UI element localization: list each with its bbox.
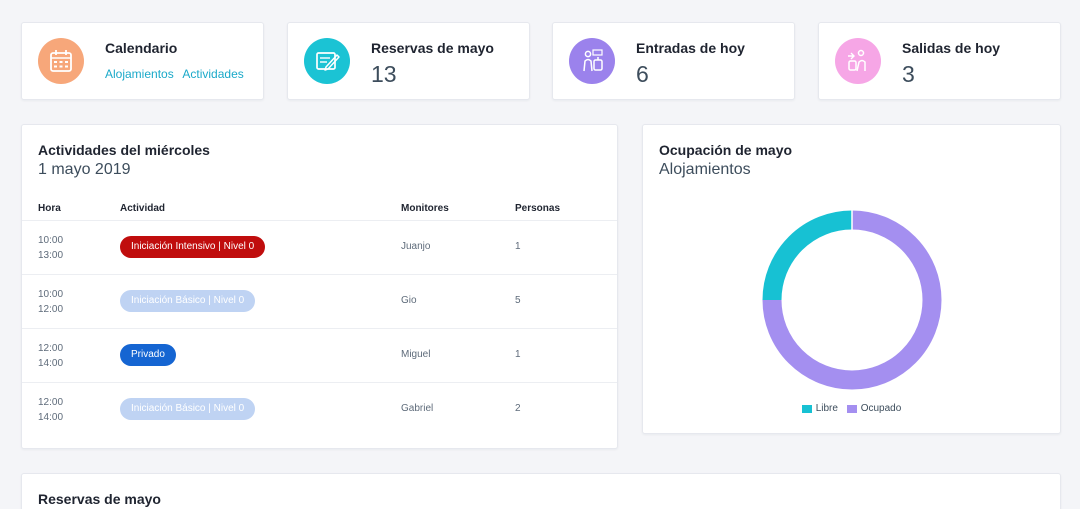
start-time: 10:00 [38, 289, 64, 300]
col-actividad: Actividad [120, 203, 166, 214]
stat-card-calendar: Calendario Alojamientos Actividades [21, 22, 264, 100]
stat-title: Salidas de hoy [902, 40, 1001, 56]
stat-value: 6 [636, 61, 649, 87]
stat-title: Entradas de hoy [636, 40, 745, 56]
calendar-icon [38, 38, 84, 84]
activity-pill[interactable]: Privado [120, 344, 176, 366]
people-count: 2 [515, 403, 521, 414]
col-monitores: Monitores [401, 203, 449, 214]
stat-card-bookings[interactable]: Reservas de mayo 13 [287, 22, 530, 100]
panel-title: Reservas de mayo [38, 491, 161, 507]
stat-value: 13 [371, 61, 397, 87]
end-time: 14:00 [38, 412, 64, 423]
link-actividades[interactable]: Actividades [182, 67, 243, 81]
check-out-icon [835, 38, 881, 84]
monitor-name: Gabriel [401, 403, 434, 414]
booking-icon [304, 38, 350, 84]
panel-title: Actividades del miércoles [38, 142, 210, 158]
activity-pill[interactable]: Iniciación Básico | Nivel 0 [120, 398, 256, 420]
activity-pill[interactable]: Iniciación Intensivo | Nivel 0 [120, 236, 266, 258]
donut-slice-libre[interactable] [762, 210, 853, 301]
occupancy-panel: Ocupación de mayo Alojamientos Libre Ocu… [642, 124, 1061, 434]
table-row[interactable]: 12:00 14:00 Iniciación Básico | Nivel 0 … [22, 382, 617, 436]
people-count: 5 [515, 295, 521, 306]
table-row[interactable]: 10:00 12:00 Iniciación Básico | Nivel 0 … [22, 274, 617, 328]
monitor-name: Juanjo [401, 241, 431, 252]
end-time: 12:00 [38, 304, 64, 315]
table-row[interactable]: 12:00 14:00 Privado Miguel 1 [22, 328, 617, 382]
occupancy-donut-chart [762, 210, 942, 390]
legend-item-ocupado[interactable]: Ocupado [846, 403, 902, 414]
time-range: 10:00 13:00 [38, 233, 63, 263]
table-header: Hora Actividad Monitores Personas [22, 201, 617, 221]
end-time: 14:00 [38, 358, 64, 369]
end-time: 13:00 [38, 250, 64, 261]
legend-item-libre[interactable]: Libre [801, 403, 838, 414]
stat-value: 3 [902, 61, 915, 87]
col-hora: Hora [38, 203, 61, 214]
stat-card-check-in[interactable]: Entradas de hoy 6 [552, 22, 795, 100]
legend-label: Libre [815, 403, 838, 414]
legend-swatch [846, 404, 857, 413]
check-in-icon [569, 38, 615, 84]
chart-legend: Libre Ocupado [643, 403, 1060, 416]
time-range: 12:00 14:00 [38, 395, 63, 425]
stat-card-check-out[interactable]: Salidas de hoy 3 [818, 22, 1061, 100]
panel-date: 1 mayo 2019 [38, 161, 131, 178]
people-count: 1 [515, 241, 521, 252]
people-count: 1 [515, 349, 521, 360]
stat-title: Reservas de mayo [371, 40, 494, 56]
start-time: 12:00 [38, 343, 64, 354]
monitor-name: Gio [401, 295, 417, 306]
time-range: 10:00 12:00 [38, 287, 63, 317]
calendar-links: Alojamientos Actividades [105, 67, 250, 81]
activities-panel: Actividades del miércoles 1 mayo 2019 Ho… [21, 124, 618, 449]
stat-title: Calendario [105, 40, 178, 56]
legend-swatch [801, 404, 812, 413]
monitor-name: Miguel [401, 349, 431, 360]
start-time: 10:00 [38, 235, 64, 246]
activity-pill[interactable]: Iniciación Básico | Nivel 0 [120, 290, 256, 312]
bookings-panel: Reservas de mayo [21, 473, 1061, 509]
col-personas: Personas [515, 203, 561, 214]
link-alojamientos[interactable]: Alojamientos [105, 67, 174, 81]
table-row[interactable]: 10:00 13:00 Iniciación Intensivo | Nivel… [22, 220, 617, 274]
start-time: 12:00 [38, 397, 64, 408]
time-range: 12:00 14:00 [38, 341, 63, 371]
legend-label: Ocupado [860, 403, 902, 414]
